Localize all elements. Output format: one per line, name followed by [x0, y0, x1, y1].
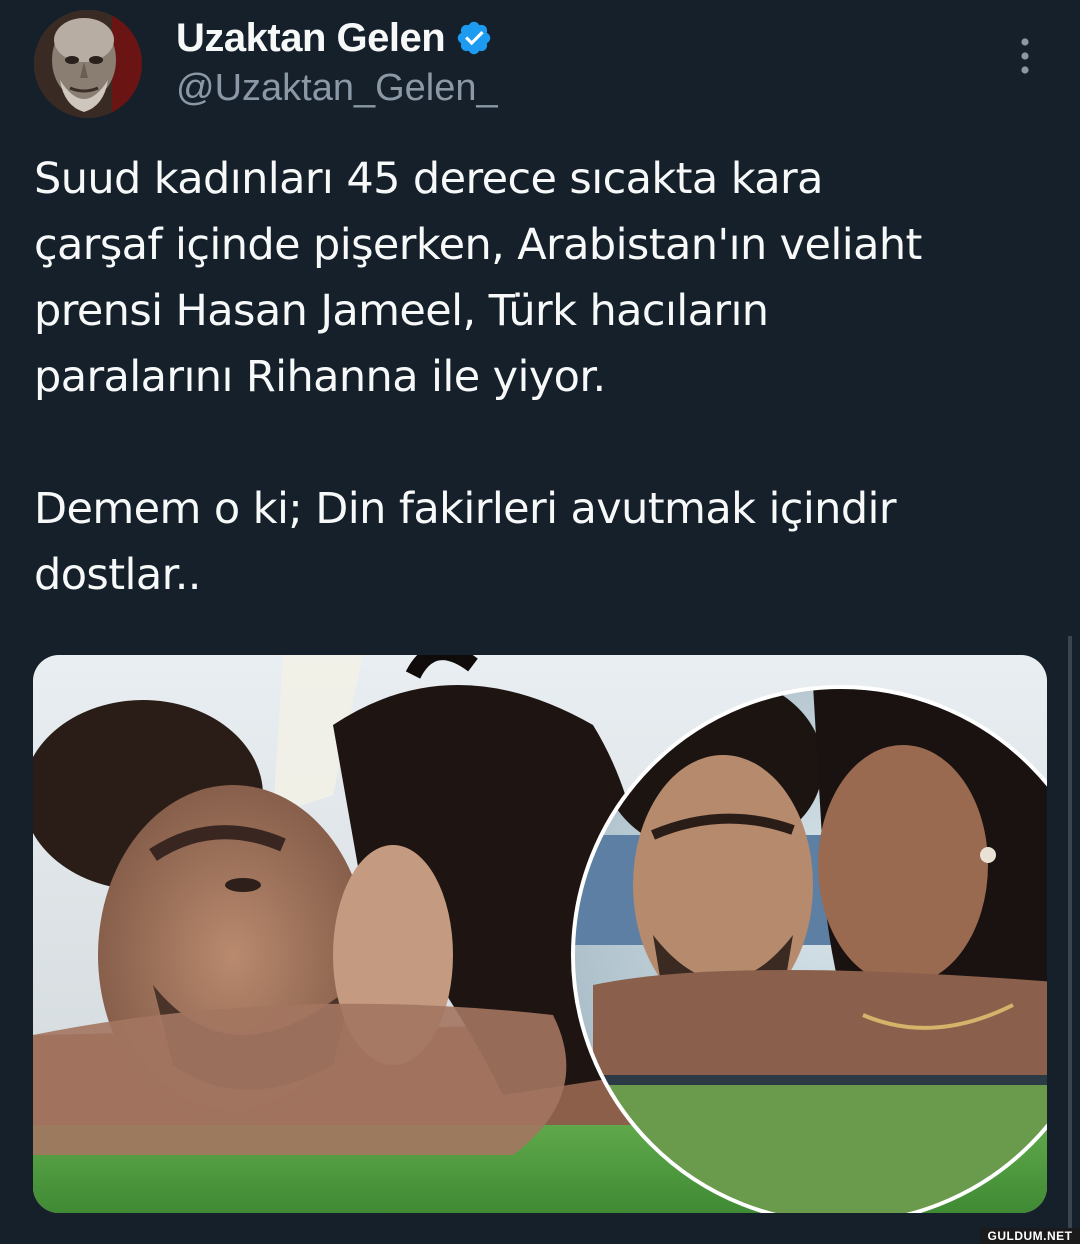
verified-badge-icon [455, 19, 493, 57]
watermark-text: GULDUM.NET [987, 1229, 1073, 1243]
author-name-row[interactable]: Uzaktan Gelen [176, 14, 493, 62]
tweet-body-text: Suud kadınları 45 derece sıcakta kara ça… [34, 154, 922, 600]
author-handle[interactable]: @Uzaktan_Gelen_ [176, 64, 498, 112]
avatar-portrait [34, 10, 142, 118]
site-watermark: GULDUM.NET [980, 1228, 1080, 1244]
author-avatar[interactable] [34, 10, 142, 118]
author-display-name[interactable]: Uzaktan Gelen [176, 14, 446, 62]
photo-image [33, 655, 1047, 1213]
more-options-button[interactable] [1010, 34, 1040, 78]
tweet-photo[interactable] [33, 655, 1047, 1213]
scrollbar[interactable] [1068, 636, 1072, 1244]
more-vertical-icon [1021, 38, 1029, 74]
